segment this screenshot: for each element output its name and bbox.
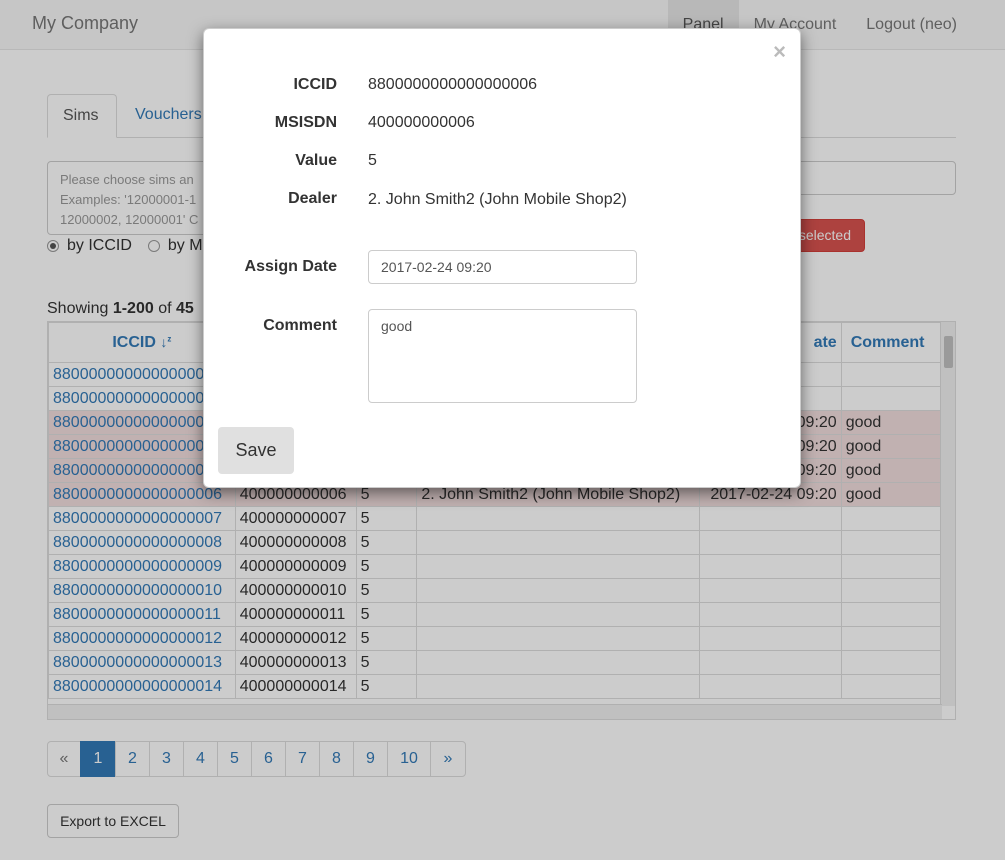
comment-textarea[interactable]: good: [368, 309, 637, 403]
value-label: Value: [295, 152, 337, 169]
msisdn-value: 400000000006: [368, 114, 475, 131]
dealer-label: Dealer: [288, 190, 337, 207]
assign-date-input[interactable]: 2017-02-24 09:20: [368, 250, 637, 284]
dealer-value: 2. John Smith2 (John Mobile Shop2): [368, 191, 627, 208]
msisdn-label: MSISDN: [274, 114, 337, 131]
iccid-label: ICCID: [293, 76, 337, 93]
comment-label: Comment: [263, 317, 337, 334]
save-button[interactable]: Save: [218, 427, 294, 474]
assign-date-label: Assign Date: [244, 258, 337, 275]
close-icon[interactable]: ×: [773, 41, 786, 63]
iccid-value: 8800000000000000006: [368, 76, 538, 93]
edit-sim-modal: × ICCID 8800000000000000006 MSISDN 40000…: [203, 28, 801, 488]
value-value: 5: [368, 152, 377, 169]
